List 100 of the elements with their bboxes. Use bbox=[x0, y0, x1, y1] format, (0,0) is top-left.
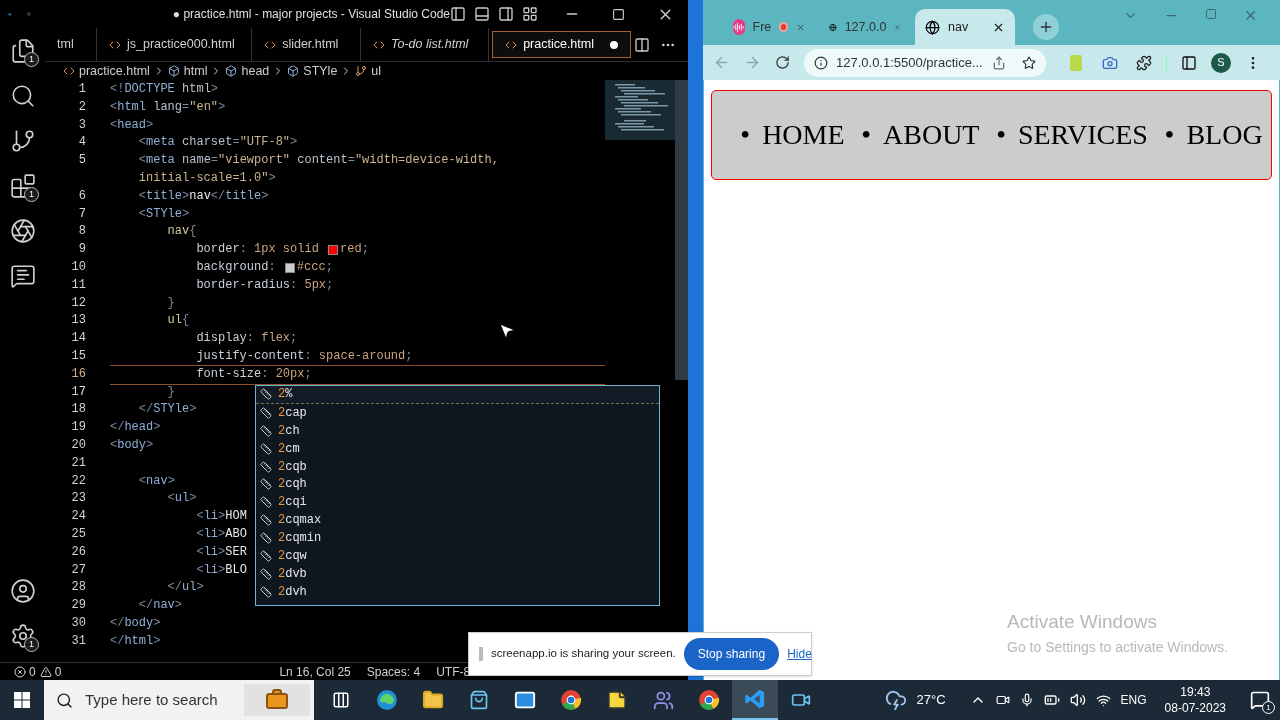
editor-tab[interactable]: tml bbox=[45, 28, 97, 61]
hide-link[interactable]: Hide bbox=[787, 645, 812, 663]
line-number: 30 bbox=[71, 615, 86, 630]
search-field[interactable]: Type here to search bbox=[44, 680, 314, 720]
minimap[interactable] bbox=[605, 80, 675, 140]
browser-tab[interactable]: Fre bbox=[723, 9, 815, 45]
address-bar[interactable]: 127.0.0.1:5500/practice... bbox=[804, 48, 1046, 77]
line-number: 14 bbox=[71, 331, 86, 346]
suggestion-item[interactable]: 2cqw bbox=[256, 547, 659, 565]
warning-icon bbox=[39, 665, 52, 678]
line-number: 22 bbox=[71, 473, 86, 488]
nav-link[interactable]: SERVICES bbox=[1017, 114, 1148, 156]
share-icon[interactable] bbox=[992, 55, 1006, 70]
suggestion-item[interactable]: 2cqi bbox=[256, 493, 659, 512]
wifi-icon[interactable] bbox=[1095, 692, 1111, 708]
temperature[interactable]: 27°C bbox=[916, 690, 946, 710]
line-number: 11 bbox=[71, 277, 86, 292]
panel-left-icon[interactable] bbox=[450, 6, 466, 22]
aperture-icon[interactable] bbox=[9, 217, 36, 244]
editor-tab[interactable]: practice.html bbox=[492, 31, 631, 58]
info-icon[interactable] bbox=[814, 55, 828, 70]
files-icon[interactable] bbox=[9, 37, 36, 64]
line-number: 25 bbox=[71, 526, 86, 541]
nav-link[interactable]: BLOG bbox=[1186, 114, 1263, 156]
branch-icon[interactable] bbox=[9, 127, 36, 154]
code-line: </html> bbox=[110, 632, 161, 650]
breadcrumb-item[interactable]: html bbox=[167, 61, 208, 81]
nav-link[interactable]: ABOUT bbox=[883, 114, 980, 156]
clock[interactable]: 19:43 08-07-2023 bbox=[1164, 684, 1226, 716]
share-message: screenapp.io is sharing your screen. bbox=[491, 646, 676, 662]
briefcase-icon[interactable] bbox=[244, 684, 310, 716]
cube-icon bbox=[225, 65, 238, 77]
suggestion-item[interactable]: 2% bbox=[256, 386, 659, 404]
error-count[interactable]: 0 bbox=[14, 662, 36, 681]
line-number: 23 bbox=[71, 491, 86, 506]
microphone-icon[interactable] bbox=[1019, 693, 1034, 707]
account-icon[interactable] bbox=[9, 577, 36, 604]
side-panel-icon[interactable] bbox=[1181, 54, 1197, 71]
suggestion-item[interactable]: 2ch bbox=[256, 421, 659, 440]
warning-count[interactable]: 0 bbox=[39, 662, 62, 681]
bullet-marker: • bbox=[740, 118, 751, 152]
reload-icon[interactable] bbox=[775, 55, 790, 70]
suggestion-item[interactable]: 2dvb bbox=[256, 564, 659, 583]
color-swatch[interactable] bbox=[328, 245, 339, 256]
code-text: #ccc; bbox=[296, 258, 333, 276]
editor-tab[interactable]: js_practice000.html bbox=[97, 28, 253, 61]
code-line: <li>SER bbox=[195, 543, 247, 561]
editor-tab[interactable]: To-do list.html bbox=[361, 28, 490, 61]
star-icon[interactable] bbox=[1022, 55, 1036, 70]
notification-icon[interactable] bbox=[1250, 690, 1270, 710]
weather-icon[interactable] bbox=[884, 689, 907, 711]
volume-icon[interactable] bbox=[1069, 692, 1086, 708]
panel-bottom-icon[interactable] bbox=[474, 6, 490, 22]
language-indicator[interactable]: ENG bbox=[1120, 691, 1147, 709]
profile-avatar[interactable]: S bbox=[1211, 52, 1231, 73]
code-line: <title>nav</title> bbox=[137, 187, 269, 205]
stop-sharing-button[interactable]: Stop sharing bbox=[683, 638, 780, 670]
browser-tab[interactable]: nav bbox=[915, 9, 1015, 45]
suggestion-item[interactable]: 2cap bbox=[256, 403, 659, 422]
windows-logo-icon[interactable] bbox=[14, 692, 30, 708]
chat-icon[interactable] bbox=[9, 262, 36, 289]
suggestion-item[interactable]: 2cm bbox=[256, 439, 659, 458]
line-number: 20 bbox=[71, 437, 86, 452]
camera-icon[interactable] bbox=[995, 693, 1010, 707]
browser-tab[interactable]: 127.0.0 bbox=[819, 9, 911, 45]
breadcrumb-item[interactable]: ul bbox=[355, 61, 382, 81]
suggestion-item[interactable]: 2dvh bbox=[256, 582, 659, 601]
code-line: <head> bbox=[110, 116, 154, 134]
editor-tab[interactable]: slider.html bbox=[252, 28, 361, 61]
puzzle-icon[interactable] bbox=[1136, 54, 1152, 71]
plus-icon bbox=[1038, 19, 1054, 35]
suggestion-item[interactable]: 2cqmin bbox=[256, 529, 659, 547]
line-number: 21 bbox=[71, 455, 86, 470]
ruler-icon bbox=[260, 460, 272, 473]
color-swatch[interactable] bbox=[284, 262, 295, 273]
blocks-icon[interactable] bbox=[9, 172, 36, 199]
settings-icon[interactable] bbox=[9, 622, 36, 649]
nav-link[interactable]: HOME bbox=[762, 114, 845, 156]
ruler-icon bbox=[260, 514, 272, 527]
scrollbar-thumb[interactable] bbox=[675, 80, 688, 380]
new-tab-button[interactable] bbox=[1033, 14, 1059, 40]
suggestion-item[interactable]: 2cqb bbox=[256, 457, 659, 476]
suggestion-item[interactable]: 2cqh bbox=[256, 475, 659, 494]
ruler-icon bbox=[260, 388, 272, 401]
count-badge: 1 bbox=[1262, 701, 1275, 714]
line-number: 31 bbox=[71, 633, 86, 648]
code-line: <ul> bbox=[166, 490, 197, 508]
bullet-marker: • bbox=[996, 118, 1006, 152]
panel-right-icon[interactable] bbox=[498, 6, 514, 22]
status-item[interactable]: Ln 16, Col 25 bbox=[279, 662, 351, 681]
suggestion-item[interactable]: 2cqmax bbox=[256, 511, 659, 530]
layout-icon[interactable] bbox=[522, 6, 538, 22]
battery-icon[interactable] bbox=[1043, 692, 1060, 708]
breadcrumb-item[interactable]: practice.html bbox=[63, 61, 150, 81]
breadcrumb-item[interactable]: STYle bbox=[287, 61, 338, 81]
split-editor-icon[interactable] bbox=[634, 36, 650, 53]
code-text: background: bbox=[195, 258, 277, 276]
status-item[interactable]: Spaces: 4 bbox=[366, 662, 421, 681]
breadcrumb-item[interactable]: head bbox=[225, 61, 270, 81]
drag-handle-icon[interactable] bbox=[479, 647, 483, 661]
